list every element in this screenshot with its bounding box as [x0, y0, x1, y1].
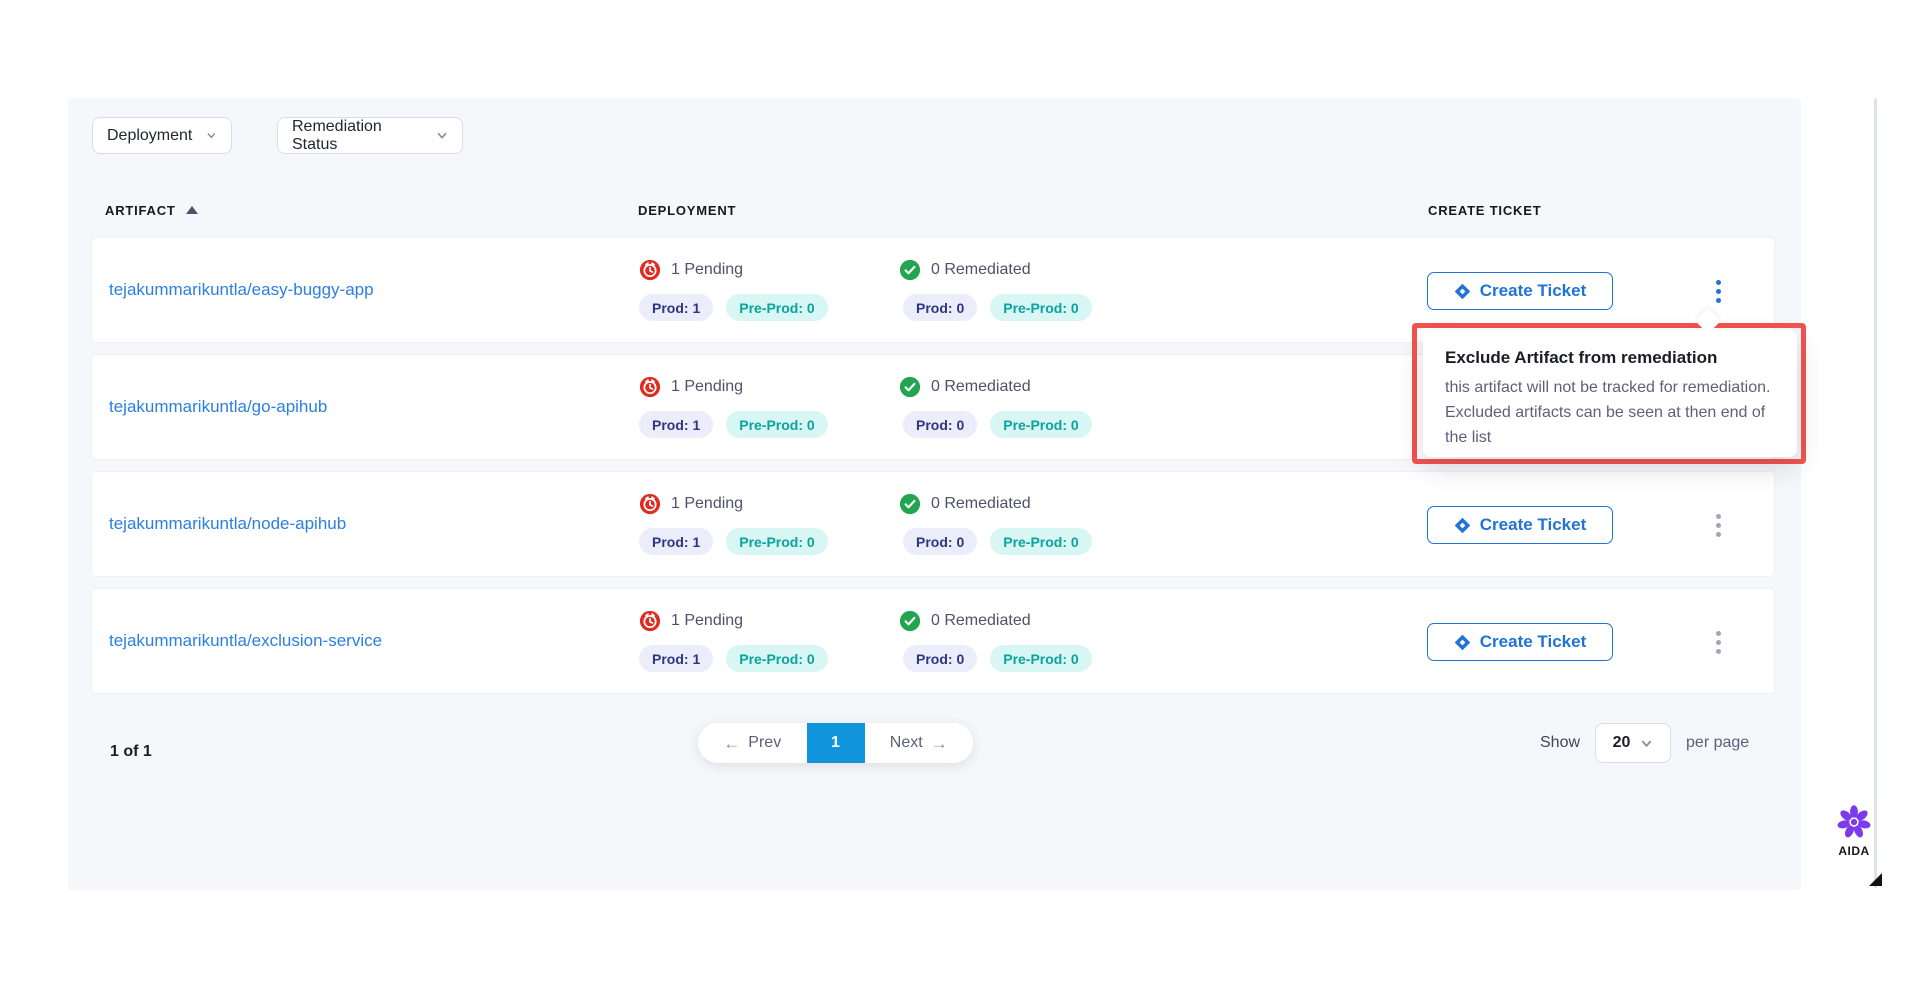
pending-clock-icon [639, 259, 661, 281]
vertical-scrollbar[interactable] [1874, 98, 1877, 888]
page-size-select[interactable]: 20 [1595, 723, 1671, 763]
remediated-count-label: 0 Remediated [931, 261, 1031, 279]
corner-resize-mark [1869, 873, 1882, 886]
column-header-deployment: DEPLOYMENT [638, 203, 736, 218]
prod-count-badge: Prod: 1 [639, 528, 713, 555]
column-header-create-ticket: CREATE TICKET [1428, 203, 1541, 218]
chevron-down-icon [206, 129, 217, 142]
table-row: tejakummarikuntla/easy-buggy-app 1 Pendi… [91, 237, 1775, 343]
jira-diamond-icon [1454, 283, 1471, 300]
remediated-status: 0 Remediated [899, 259, 1031, 281]
page-size-value: 20 [1613, 734, 1631, 752]
show-label: Show [1540, 734, 1580, 752]
prod-count-badge: Prod: 0 [903, 411, 977, 438]
artifact-header-label: ARTIFACT [105, 203, 176, 218]
pending-status: 1 Pending [639, 493, 743, 515]
pager: ← Prev 1 Next → [698, 723, 973, 763]
next-page-button[interactable]: Next → [865, 723, 974, 763]
remediation-page: Deployment Remediation Status ARTIFACT D… [0, 0, 1913, 985]
remediated-status: 0 Remediated [899, 610, 1031, 632]
prod-count-badge: Prod: 0 [903, 294, 977, 321]
next-label: Next [890, 734, 923, 752]
jira-diamond-icon [1454, 517, 1471, 534]
per-page-label: per page [1686, 734, 1749, 752]
tooltip-body: this artifact will not be tracked for re… [1445, 375, 1777, 450]
remediated-status: 0 Remediated [899, 376, 1031, 398]
arrow-left-icon: ← [723, 735, 740, 752]
jira-diamond-icon [1454, 634, 1471, 651]
aida-assistant-button[interactable]: AIDA [1832, 804, 1876, 858]
remediated-count-label: 0 Remediated [931, 495, 1031, 513]
preprod-count-badge: Pre-Prod: 0 [990, 645, 1091, 672]
pending-count-label: 1 Pending [671, 261, 743, 279]
sort-ascending-icon [186, 206, 198, 214]
remediated-status: 0 Remediated [899, 493, 1031, 515]
aida-flower-icon [1836, 804, 1872, 840]
artifact-link[interactable]: tejakummarikuntla/go-apihub [109, 397, 327, 417]
preprod-count-badge: Pre-Prod: 0 [990, 528, 1091, 555]
preprod-count-badge: Pre-Prod: 0 [990, 294, 1091, 321]
pending-count-label: 1 Pending [671, 378, 743, 396]
column-header-artifact[interactable]: ARTIFACT [105, 203, 198, 218]
prod-count-badge: Prod: 1 [639, 645, 713, 672]
deployment-filter-label: Deployment [107, 127, 192, 145]
prev-label: Prev [748, 734, 781, 752]
active-page-button[interactable]: 1 [807, 723, 865, 763]
chevron-down-icon [436, 129, 448, 142]
create-ticket-button[interactable]: Create Ticket [1427, 272, 1613, 310]
artifact-link[interactable]: tejakummarikuntla/easy-buggy-app [109, 280, 374, 300]
chevron-down-icon [1640, 737, 1653, 750]
deployment-filter-dropdown[interactable]: Deployment [92, 117, 232, 154]
pending-clock-icon [639, 376, 661, 398]
remediated-count-label: 0 Remediated [931, 612, 1031, 630]
remediated-check-icon [899, 259, 921, 281]
pending-status: 1 Pending [639, 259, 743, 281]
tooltip-title: Exclude Artifact from remediation [1445, 348, 1775, 368]
pending-clock-icon [639, 493, 661, 515]
page-summary: 1 of 1 [110, 743, 152, 761]
prod-count-badge: Prod: 1 [639, 411, 713, 438]
artifact-link[interactable]: tejakummarikuntla/node-apihub [109, 514, 346, 534]
prod-count-badge: Prod: 0 [903, 528, 977, 555]
preprod-count-badge: Pre-Prod: 0 [726, 528, 827, 555]
remediated-check-icon [899, 493, 921, 515]
pending-status: 1 Pending [639, 610, 743, 632]
pending-count-label: 1 Pending [671, 612, 743, 630]
pending-status: 1 Pending [639, 376, 743, 398]
create-ticket-button[interactable]: Create Ticket [1427, 506, 1613, 544]
row-actions-kebab-menu[interactable] [1704, 617, 1732, 667]
preprod-count-badge: Pre-Prod: 0 [726, 645, 827, 672]
prod-count-badge: Prod: 1 [639, 294, 713, 321]
create-ticket-label: Create Ticket [1480, 515, 1586, 535]
aida-label: AIDA [1832, 844, 1876, 858]
preprod-count-badge: Pre-Prod: 0 [990, 411, 1091, 438]
prod-count-badge: Prod: 0 [903, 645, 977, 672]
remediation-status-filter-label: Remediation Status [292, 118, 422, 154]
prev-page-button[interactable]: ← Prev [698, 723, 807, 763]
exclude-artifact-tooltip: Exclude Artifact from remediation this a… [1423, 330, 1797, 457]
pending-count-label: 1 Pending [671, 495, 743, 513]
row-actions-kebab-menu[interactable] [1704, 500, 1732, 550]
table-row: tejakummarikuntla/node-apihub 1 Pending … [91, 471, 1775, 577]
page-size-control: Show 20 per page [1540, 723, 1749, 763]
create-ticket-button[interactable]: Create Ticket [1427, 623, 1613, 661]
table-row: tejakummarikuntla/exclusion-service 1 Pe… [91, 588, 1775, 694]
preprod-count-badge: Pre-Prod: 0 [726, 411, 827, 438]
remediated-check-icon [899, 610, 921, 632]
create-ticket-label: Create Ticket [1480, 281, 1586, 301]
arrow-right-icon: → [931, 735, 948, 752]
artifact-link[interactable]: tejakummarikuntla/exclusion-service [109, 631, 382, 651]
remediated-count-label: 0 Remediated [931, 378, 1031, 396]
remediation-status-filter-dropdown[interactable]: Remediation Status [277, 117, 463, 154]
create-ticket-label: Create Ticket [1480, 632, 1586, 652]
remediated-check-icon [899, 376, 921, 398]
pending-clock-icon [639, 610, 661, 632]
preprod-count-badge: Pre-Prod: 0 [726, 294, 827, 321]
